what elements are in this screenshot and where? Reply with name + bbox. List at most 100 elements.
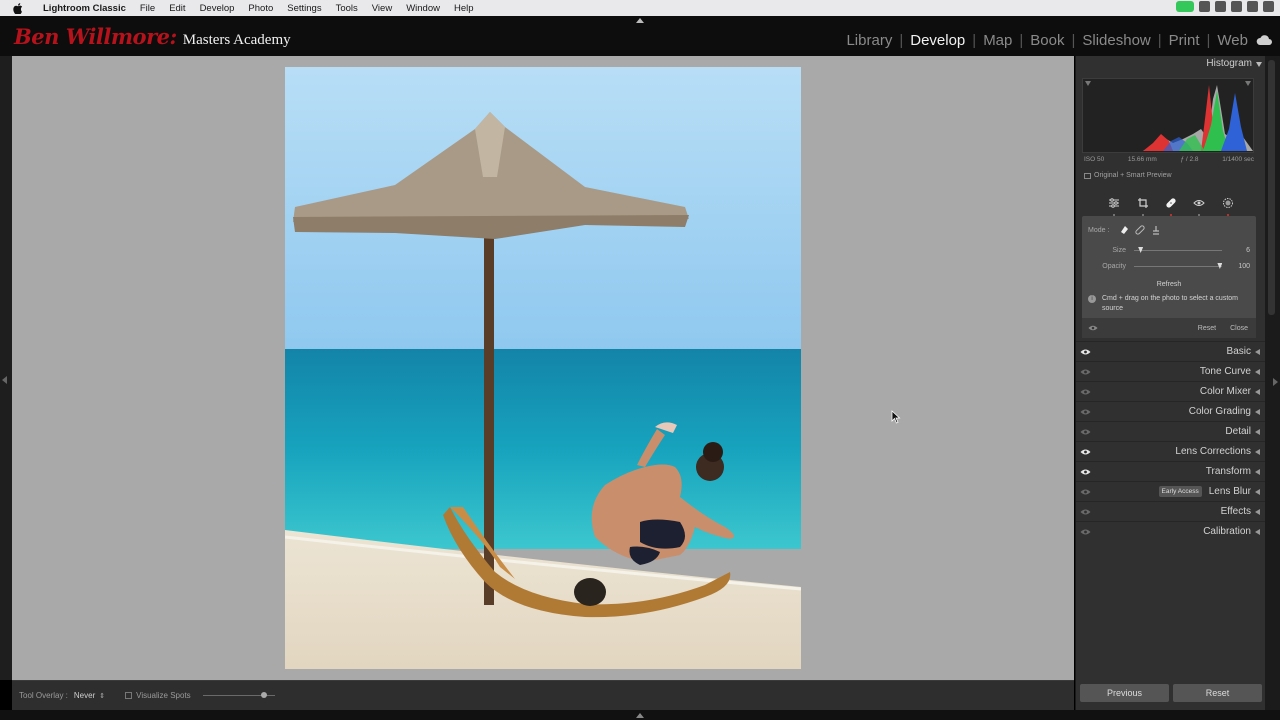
preview-status: Original + Smart Preview: [1084, 172, 1172, 179]
panel-detail[interactable]: Detail: [1076, 421, 1266, 441]
opacity-slider[interactable]: [1134, 263, 1223, 269]
preview-status-label: Original + Smart Preview: [1094, 172, 1172, 179]
refresh-button[interactable]: Refresh: [1082, 281, 1256, 288]
panel-expand-triangle-icon[interactable]: [1255, 348, 1260, 355]
panel-basic[interactable]: Basic: [1076, 341, 1266, 361]
panel-visibility-eye-icon[interactable]: [1080, 468, 1091, 476]
panel-expand-triangle-icon[interactable]: [1255, 408, 1260, 415]
menu-develop[interactable]: Develop: [193, 3, 242, 14]
menu-tools[interactable]: Tools: [329, 3, 365, 14]
histogram-graph[interactable]: [1082, 78, 1254, 153]
module-web[interactable]: Web: [1215, 32, 1250, 49]
expand-filmstrip-icon[interactable]: [636, 713, 644, 718]
histogram-header[interactable]: Histogram: [1076, 58, 1266, 74]
panel-visibility-eye-icon[interactable]: [1080, 488, 1091, 496]
panel-color-grading[interactable]: Color Grading: [1076, 401, 1266, 421]
bottom-edge: [0, 710, 1280, 720]
menu-edit[interactable]: Edit: [162, 3, 192, 14]
menu-window[interactable]: Window: [399, 3, 447, 14]
expand-left-panel-icon[interactable]: [2, 376, 7, 384]
panel-expand-triangle-icon[interactable]: [1255, 508, 1260, 515]
collapse-triangle-icon[interactable]: [1256, 62, 1262, 67]
heal-close-button[interactable]: Close: [1230, 325, 1248, 332]
previous-button[interactable]: Previous: [1080, 684, 1169, 702]
status-icons: [1176, 1, 1274, 12]
camera-icon[interactable]: [1176, 1, 1194, 12]
battery-icon[interactable]: [1199, 1, 1210, 12]
module-map[interactable]: Map: [981, 32, 1014, 49]
heal-visibility-eye-icon[interactable]: [1088, 324, 1098, 332]
heal-mode-row: Mode :: [1088, 225, 1161, 235]
right-panel-scrollbar[interactable]: [1265, 56, 1280, 710]
scrollbar-thumb[interactable]: [1268, 60, 1275, 315]
healing-bandage-icon[interactable]: [1163, 195, 1179, 216]
masking-icon[interactable]: [1220, 195, 1236, 216]
exif-shutter: 1/1400 sec: [1222, 156, 1254, 163]
collapse-top-panel-icon[interactable]: [636, 18, 644, 23]
visualize-spots-checkbox[interactable]: [125, 692, 133, 699]
photo-canvas[interactable]: [12, 56, 1074, 680]
panel-expand-triangle-icon[interactable]: [1255, 488, 1260, 495]
module-print[interactable]: Print: [1167, 32, 1202, 49]
menu-app-name[interactable]: Lightroom Classic: [36, 3, 133, 14]
menu-photo[interactable]: Photo: [241, 3, 280, 14]
cloud-sync-icon[interactable]: [1256, 35, 1272, 46]
size-value[interactable]: 6: [1246, 247, 1250, 254]
panel-expand-triangle-icon[interactable]: [1255, 428, 1260, 435]
select-stepper-icon[interactable]: ⇕: [99, 692, 105, 700]
panel-visibility-eye-icon[interactable]: [1080, 348, 1091, 356]
tool-overlay-select[interactable]: Never: [74, 691, 95, 700]
panel-name: Transform: [1205, 466, 1251, 477]
identity-script-logo: Ben Willmore:: [14, 24, 177, 49]
panel-expand-triangle-icon[interactable]: [1255, 368, 1260, 375]
panel-visibility-eye-icon[interactable]: [1080, 408, 1091, 416]
module-library[interactable]: Library: [844, 32, 894, 49]
opacity-slider-knob[interactable]: [1217, 263, 1223, 269]
menu-file[interactable]: File: [133, 3, 162, 14]
size-slider-knob[interactable]: [1138, 247, 1144, 253]
module-develop[interactable]: Develop: [908, 32, 967, 49]
panel-lens-corrections[interactable]: Lens Corrections: [1076, 441, 1266, 461]
visualize-spots-slider[interactable]: [202, 692, 275, 698]
photo-preview[interactable]: [285, 67, 801, 669]
size-slider[interactable]: [1134, 247, 1222, 253]
panel-color-mixer[interactable]: Color Mixer: [1076, 381, 1266, 401]
heal-mode-icon[interactable]: [1135, 225, 1146, 235]
panel-expand-triangle-icon[interactable]: [1255, 468, 1260, 475]
heal-reset-button[interactable]: Reset: [1198, 325, 1216, 332]
panel-effects[interactable]: Effects: [1076, 501, 1266, 521]
panel-transform[interactable]: Transform: [1076, 461, 1266, 481]
panel-tone-curve[interactable]: Tone Curve: [1076, 361, 1266, 381]
panel-expand-triangle-icon[interactable]: [1255, 388, 1260, 395]
control-center-icon[interactable]: [1215, 1, 1226, 12]
panel-calibration[interactable]: Calibration: [1076, 521, 1266, 541]
module-book[interactable]: Book: [1028, 32, 1066, 49]
visualize-spots-slider-knob[interactable]: [260, 692, 267, 698]
clock-icon[interactable]: [1263, 1, 1274, 12]
module-picker-bar: Ben Willmore: Masters Academy Library | …: [0, 16, 1280, 56]
clone-stamp-icon[interactable]: [1151, 225, 1161, 235]
search-icon[interactable]: [1231, 1, 1242, 12]
panel-visibility-eye-icon[interactable]: [1080, 388, 1091, 396]
apple-menu-icon[interactable]: [0, 2, 36, 14]
edit-sliders-icon[interactable]: [1106, 195, 1122, 216]
collapse-right-panel-icon[interactable]: [1273, 378, 1278, 386]
menu-settings[interactable]: Settings: [280, 3, 328, 14]
panel-visibility-eye-icon[interactable]: [1080, 528, 1091, 536]
wifi-icon[interactable]: [1247, 1, 1258, 12]
panel-visibility-eye-icon[interactable]: [1080, 508, 1091, 516]
module-slideshow[interactable]: Slideshow: [1080, 32, 1152, 49]
menu-help[interactable]: Help: [447, 3, 481, 14]
reset-button[interactable]: Reset: [1173, 684, 1262, 702]
content-aware-remove-icon[interactable]: [1119, 225, 1129, 235]
panel-expand-triangle-icon[interactable]: [1255, 448, 1260, 455]
menu-view[interactable]: View: [365, 3, 399, 14]
opacity-value[interactable]: 100: [1238, 263, 1250, 270]
panel-visibility-eye-icon[interactable]: [1080, 428, 1091, 436]
crop-icon[interactable]: [1135, 195, 1151, 216]
panel-expand-triangle-icon[interactable]: [1255, 528, 1260, 535]
panel-lens-blur[interactable]: Early Access Lens Blur: [1076, 481, 1266, 501]
panel-visibility-eye-icon[interactable]: [1080, 368, 1091, 376]
panel-visibility-eye-icon[interactable]: [1080, 448, 1091, 456]
red-eye-icon[interactable]: [1191, 195, 1207, 216]
